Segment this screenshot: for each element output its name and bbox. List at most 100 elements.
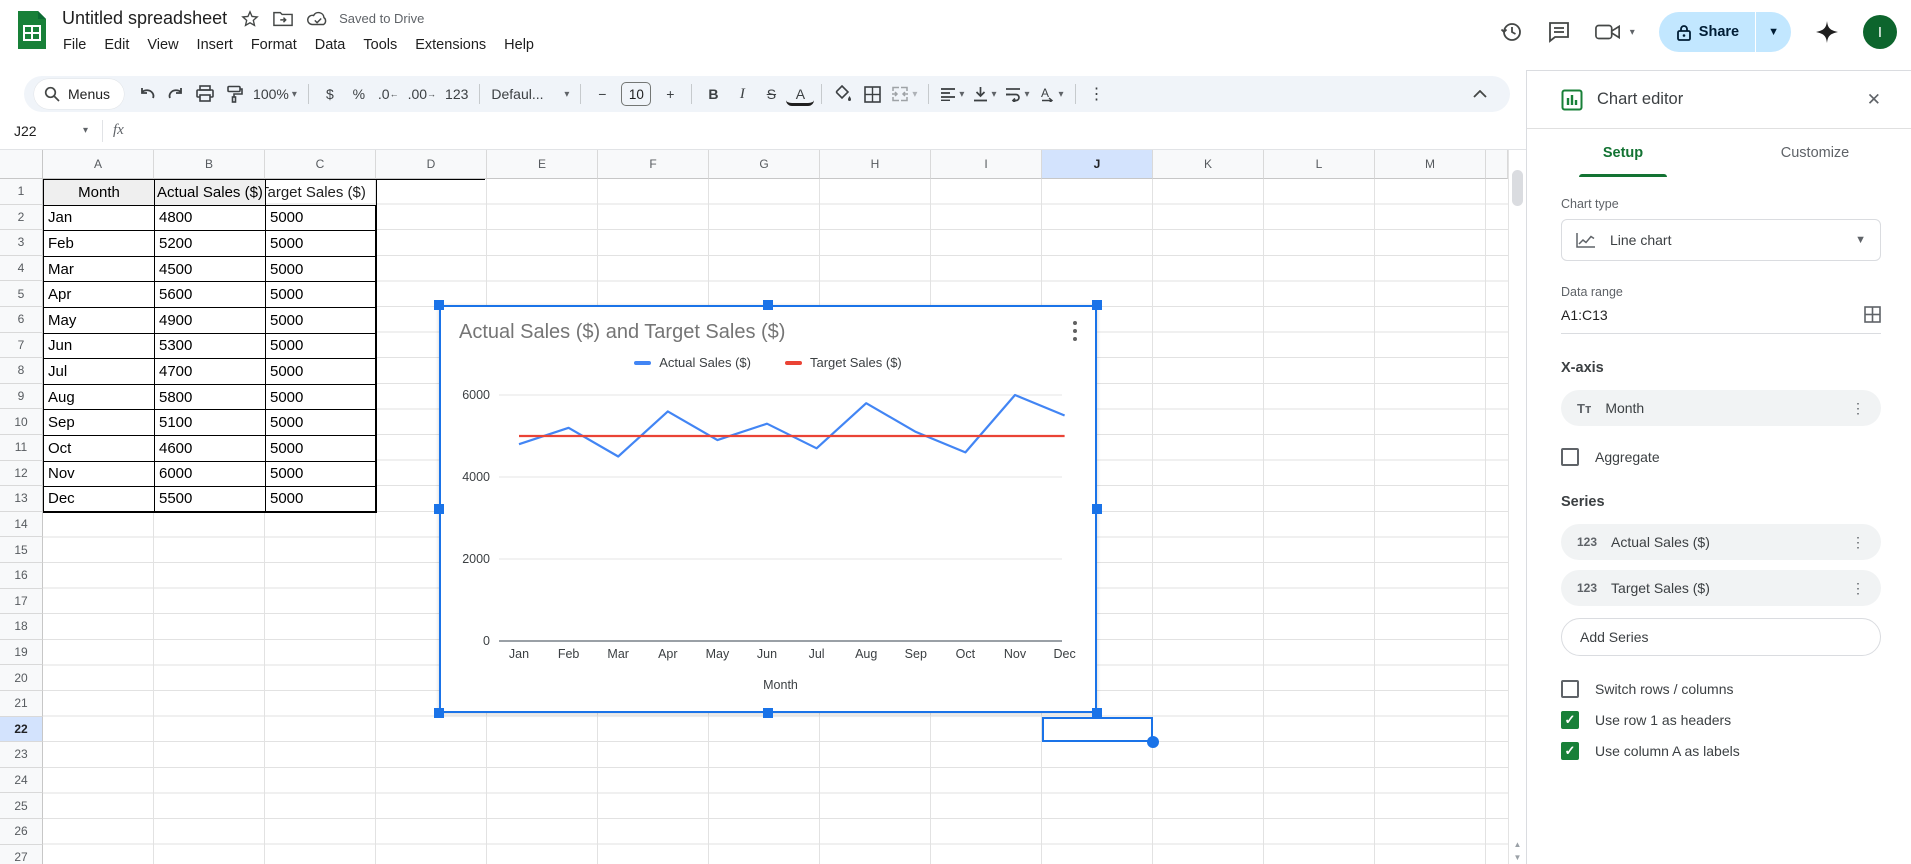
row-header-14[interactable]: 14: [0, 512, 43, 538]
aggregate-checkbox-row[interactable]: Aggregate: [1561, 448, 1881, 466]
name-box-caret-icon[interactable]: ▾: [83, 125, 88, 136]
star-icon[interactable]: [241, 10, 259, 28]
chart-resize-handle[interactable]: [1092, 708, 1102, 718]
cell-A13[interactable]: Dec: [43, 486, 154, 512]
aggregate-checkbox[interactable]: [1561, 448, 1579, 466]
row-header-4[interactable]: 4: [0, 256, 43, 282]
strikethrough-button[interactable]: S: [757, 80, 785, 108]
vertical-align-button[interactable]: ▾: [969, 80, 1000, 108]
row-header-6[interactable]: 6: [0, 307, 43, 333]
embedded-chart[interactable]: 6000400020000JanFebMarAprMayJunJulAugSep…: [439, 305, 1097, 713]
gemini-sparkle-icon[interactable]: [1815, 20, 1839, 44]
column-header-M[interactable]: M: [1375, 150, 1486, 179]
cell-A3[interactable]: Feb: [43, 230, 154, 256]
cell-C6[interactable]: 5000: [265, 307, 376, 333]
cell-C5[interactable]: 5000: [265, 281, 376, 307]
option-row-2[interactable]: ✓Use row 1 as headers: [1561, 711, 1881, 729]
row-header-23[interactable]: 23: [0, 742, 43, 768]
cell-B10[interactable]: 5100: [154, 409, 265, 435]
cell-A4[interactable]: Mar: [43, 256, 154, 282]
cell-B7[interactable]: 5300: [154, 333, 265, 359]
option-checkbox[interactable]: [1561, 680, 1579, 698]
cell-B6[interactable]: 4900: [154, 307, 265, 333]
column-header-A[interactable]: A: [43, 150, 154, 179]
undo-button[interactable]: [133, 80, 161, 108]
cell-C13[interactable]: 5000: [265, 486, 376, 512]
tab-customize[interactable]: Customize: [1719, 129, 1911, 177]
cell-A11[interactable]: Oct: [43, 435, 154, 461]
row-header-21[interactable]: 21: [0, 691, 43, 717]
borders-button[interactable]: [858, 80, 886, 108]
menu-tools[interactable]: Tools: [354, 34, 406, 56]
scrollbar-thumb[interactable]: [1512, 170, 1523, 206]
series-pill-2[interactable]: 123Target Sales ($)⋮: [1561, 570, 1881, 606]
tab-setup[interactable]: Setup: [1527, 129, 1719, 177]
chart-resize-handle[interactable]: [1092, 504, 1102, 514]
document-title[interactable]: Untitled spreadsheet: [62, 8, 227, 29]
cell-C8[interactable]: 5000: [265, 358, 376, 384]
text-color-button[interactable]: A: [786, 84, 814, 106]
text-wrap-button[interactable]: ▾: [1001, 80, 1033, 108]
increase-font-size-button[interactable]: +: [656, 80, 684, 108]
menu-extensions[interactable]: Extensions: [406, 34, 495, 56]
x-axis-options-icon[interactable]: ⋮: [1845, 400, 1871, 417]
zoom-select[interactable]: 100%▾: [249, 80, 301, 108]
menu-data[interactable]: Data: [306, 34, 355, 56]
row-header-20[interactable]: 20: [0, 665, 43, 691]
format-percent-button[interactable]: %: [345, 80, 373, 108]
row-header-16[interactable]: 16: [0, 563, 43, 589]
cell-C7[interactable]: 5000: [265, 333, 376, 359]
chart-type-select[interactable]: Line chart ▼: [1561, 219, 1881, 261]
row-header-25[interactable]: 25: [0, 793, 43, 819]
series-options-icon[interactable]: ⋮: [1845, 580, 1871, 597]
bold-button[interactable]: B: [699, 80, 727, 108]
avatar[interactable]: I: [1863, 15, 1897, 49]
column-header-K[interactable]: K: [1153, 150, 1264, 179]
chart-resize-handle[interactable]: [434, 504, 444, 514]
row-header-5[interactable]: 5: [0, 281, 43, 307]
cell-B1[interactable]: Actual Sales ($): [154, 179, 265, 205]
cell-B9[interactable]: 5800: [154, 384, 265, 410]
cell-B8[interactable]: 4700: [154, 358, 265, 384]
cell-C9[interactable]: 5000: [265, 384, 376, 410]
cell-B3[interactable]: 5200: [154, 230, 265, 256]
menu-insert[interactable]: Insert: [188, 34, 242, 56]
option-checkbox[interactable]: ✓: [1561, 742, 1579, 760]
cell-C12[interactable]: 5000: [265, 461, 376, 487]
horizontal-align-button[interactable]: ▾: [936, 80, 968, 108]
option-row-3[interactable]: ✓Use column A as labels: [1561, 742, 1881, 760]
format-currency-button[interactable]: $: [316, 80, 344, 108]
row-header-18[interactable]: 18: [0, 614, 43, 640]
chart-resize-handle[interactable]: [1092, 300, 1102, 310]
select-all-corner[interactable]: [0, 150, 43, 179]
cell-B13[interactable]: 5500: [154, 486, 265, 512]
row-header-22[interactable]: 22: [0, 717, 43, 743]
cell-A7[interactable]: Jun: [43, 333, 154, 359]
active-cell-selection[interactable]: [1042, 717, 1153, 743]
meet-caret-icon[interactable]: ▾: [1630, 27, 1635, 38]
decrease-decimals-button[interactable]: .0←: [374, 80, 403, 108]
column-header-partial[interactable]: [1486, 150, 1508, 179]
cell-A9[interactable]: Aug: [43, 384, 154, 410]
menu-help[interactable]: Help: [495, 34, 543, 56]
close-icon[interactable]: ✕: [1863, 86, 1885, 114]
chart-resize-handle[interactable]: [434, 300, 444, 310]
column-header-G[interactable]: G: [709, 150, 820, 179]
move-to-folder-icon[interactable]: [273, 10, 293, 28]
chart-resize-handle[interactable]: [763, 708, 773, 718]
row-header-7[interactable]: 7: [0, 333, 43, 359]
menu-file[interactable]: File: [54, 34, 95, 56]
cell-B12[interactable]: 6000: [154, 461, 265, 487]
paint-format-button[interactable]: [220, 80, 248, 108]
series-options-icon[interactable]: ⋮: [1845, 534, 1871, 551]
column-header-F[interactable]: F: [598, 150, 709, 179]
cell-A5[interactable]: Apr: [43, 281, 154, 307]
font-select[interactable]: Defaul...▾: [487, 80, 573, 108]
meet-video-icon[interactable]: ▾: [1595, 22, 1635, 42]
column-header-L[interactable]: L: [1264, 150, 1375, 179]
column-header-E[interactable]: E: [487, 150, 598, 179]
increase-decimals-button[interactable]: .00→: [404, 80, 440, 108]
italic-button[interactable]: I: [728, 80, 756, 108]
cell-C11[interactable]: 5000: [265, 435, 376, 461]
menus-search-button[interactable]: Menus: [34, 79, 124, 109]
